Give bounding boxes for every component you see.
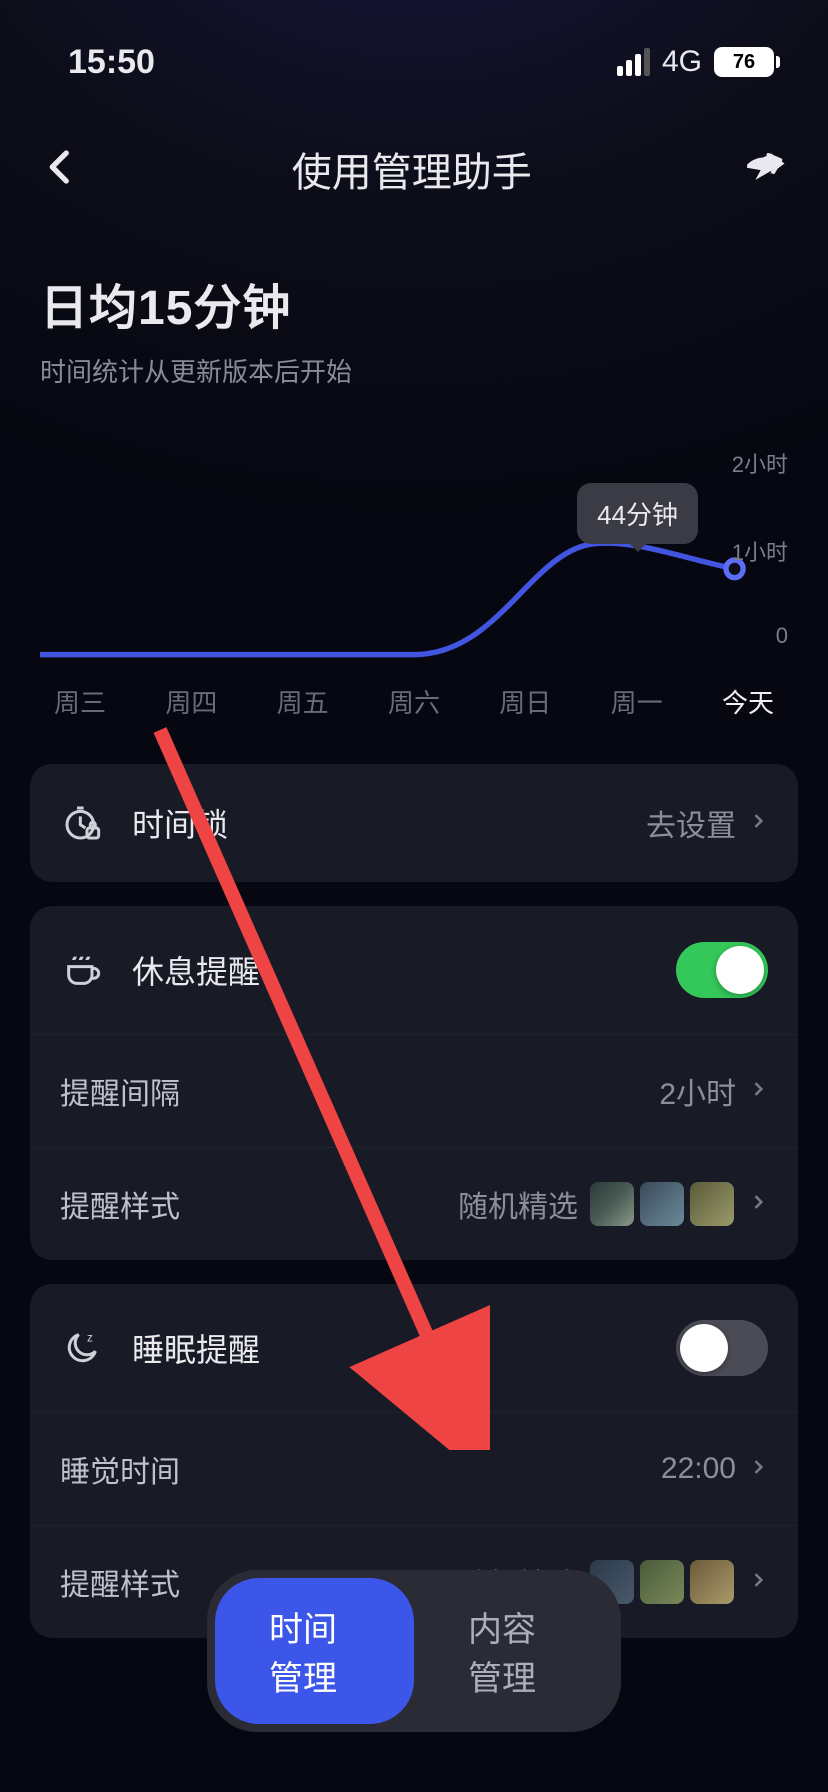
ytick-1h: 1小时 (732, 535, 788, 567)
chevron-right-icon (748, 1192, 768, 1217)
chart-tooltip: 44分钟 (577, 483, 698, 544)
rest-style-label: 提醒样式 (60, 1182, 458, 1226)
chevron-right-icon (748, 1570, 768, 1595)
row-rest-toggle: 休息提醒 (30, 906, 798, 1034)
coffee-icon (60, 948, 104, 992)
nav-header: 使用管理助手 (0, 100, 828, 228)
status-right: 4G 76 (617, 45, 780, 79)
rest-label: 休息提醒 (132, 947, 676, 993)
rest-interval-value: 2小时 (659, 1069, 736, 1113)
share-icon[interactable] (742, 146, 788, 193)
xaxis-day[interactable]: 周一 (597, 683, 677, 720)
ytick-0: 0 (776, 623, 788, 649)
network-label: 4G (662, 45, 702, 79)
battery-icon: 76 (714, 47, 780, 77)
row-sleep-time[interactable]: 睡觉时间 22:00 (30, 1412, 798, 1525)
back-icon[interactable] (40, 146, 82, 193)
signal-icon (617, 48, 650, 76)
sleep-label: 睡眠提醒 (132, 1325, 676, 1371)
rest-style-value: 随机精选 (458, 1182, 578, 1226)
xaxis-day[interactable]: 周六 (374, 683, 454, 720)
time-lock-label: 时间锁 (132, 800, 646, 846)
chevron-right-icon (748, 811, 768, 836)
card-time-lock: 时间锁 去设置 (30, 764, 798, 882)
sleep-toggle[interactable] (676, 1320, 768, 1376)
moon-icon: z (60, 1326, 104, 1370)
row-rest-interval[interactable]: 提醒间隔 2小时 (30, 1034, 798, 1147)
xaxis-day[interactable]: 周四 (151, 683, 231, 720)
time-lock-action: 去设置 (646, 801, 736, 845)
summary: 日均15分钟 时间统计从更新版本后开始 (0, 228, 828, 409)
xaxis-day-today[interactable]: 今天 (708, 683, 788, 720)
bottom-tabs: 时间管理 内容管理 (207, 1570, 621, 1732)
usage-chart: 2小时 1小时 0 44分钟 周三 周四 周五 周六 周日 周一 今天 (0, 409, 828, 740)
svg-text:z: z (87, 1331, 93, 1344)
row-sleep-toggle: z 睡眠提醒 (30, 1284, 798, 1412)
sleep-time-value: 22:00 (661, 1452, 736, 1486)
xaxis-day[interactable]: 周日 (485, 683, 565, 720)
sleep-time-label: 睡觉时间 (60, 1447, 661, 1491)
rest-toggle[interactable] (676, 942, 768, 998)
summary-heading: 日均15分钟 (40, 268, 788, 338)
chart-xaxis: 周三 周四 周五 周六 周日 周一 今天 (40, 659, 788, 720)
tab-content-management[interactable]: 内容管理 (414, 1578, 613, 1724)
xaxis-day[interactable]: 周五 (263, 683, 343, 720)
chevron-right-icon (748, 1079, 768, 1104)
timer-lock-icon (60, 801, 104, 845)
summary-note: 时间统计从更新版本后开始 (40, 352, 788, 389)
rest-style-thumbs (590, 1182, 734, 1226)
chevron-right-icon (748, 1457, 768, 1482)
status-bar: 15:50 4G 76 (0, 0, 828, 100)
page-title: 使用管理助手 (292, 140, 532, 198)
rest-interval-label: 提醒间隔 (60, 1069, 659, 1113)
row-time-lock[interactable]: 时间锁 去设置 (30, 764, 798, 882)
row-rest-style[interactable]: 提醒样式 随机精选 (30, 1147, 798, 1260)
tab-time-management[interactable]: 时间管理 (215, 1578, 414, 1724)
card-rest-reminder: 休息提醒 提醒间隔 2小时 提醒样式 随机精选 (30, 906, 798, 1260)
xaxis-day[interactable]: 周三 (40, 683, 120, 720)
ytick-2h: 2小时 (732, 447, 788, 479)
status-time: 15:50 (68, 43, 155, 82)
